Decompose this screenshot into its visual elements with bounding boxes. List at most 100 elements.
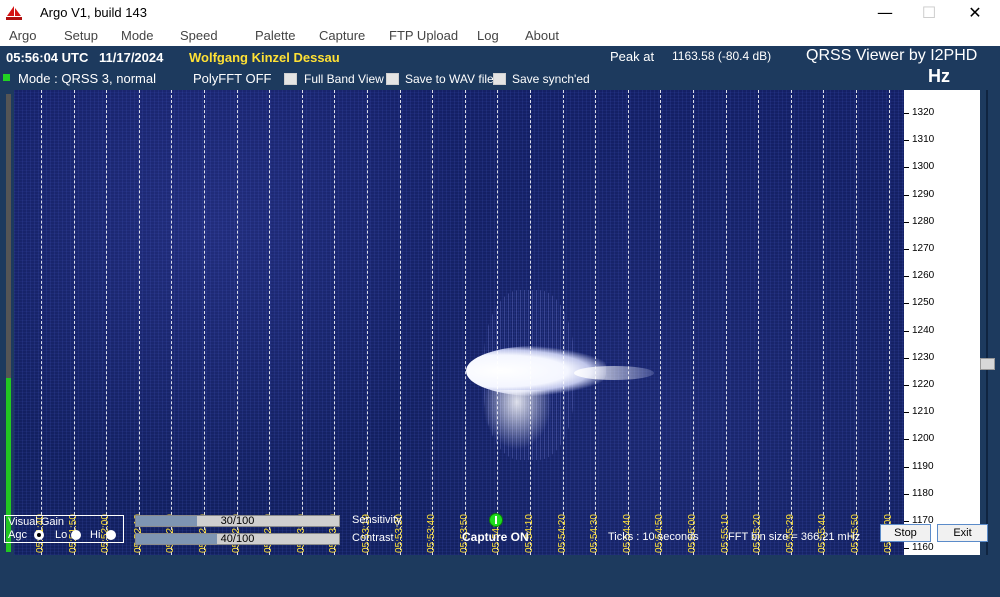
time-grid-line <box>791 90 792 555</box>
freq-tick <box>904 276 909 277</box>
freq-label: 1240 <box>912 325 935 336</box>
stop-button[interactable]: Stop <box>880 524 931 542</box>
menu-mode[interactable]: Mode <box>121 28 154 43</box>
close-button[interactable]: ✕ <box>952 0 998 26</box>
full-band-view-checkbox[interactable] <box>284 73 297 85</box>
time-grid-line <box>432 90 433 555</box>
time-grid-line <box>334 90 335 555</box>
freq-tick <box>904 167 909 168</box>
scroll-track <box>986 90 988 555</box>
scroll-thumb[interactable] <box>980 358 995 370</box>
freq-tick <box>904 113 909 114</box>
save-wav-label: Save to WAV file <box>405 72 494 86</box>
signal-spread <box>482 390 552 450</box>
freq-label: 1310 <box>912 134 935 145</box>
time-grid-line <box>302 90 303 555</box>
time-grid-line <box>204 90 205 555</box>
sensitivity-value: 30/100 <box>220 515 255 527</box>
capture-led-icon[interactable] <box>489 513 503 527</box>
signal-tail <box>574 366 654 380</box>
freq-label: 1270 <box>912 243 935 254</box>
lo-label: Lo <box>55 529 68 541</box>
save-synched-checkbox[interactable] <box>493 73 506 85</box>
freq-tick <box>904 140 909 141</box>
peak-value: 1163.58 (-80.4 dB) <box>672 49 772 63</box>
freq-label: 1160 <box>912 542 934 553</box>
time-grid-line <box>660 90 661 555</box>
time-grid-line <box>106 90 107 555</box>
sensitivity-label: Sensitivity <box>352 514 402 526</box>
freq-tick <box>904 331 909 332</box>
exit-button[interactable]: Exit <box>937 524 988 542</box>
time-grid-line <box>171 90 172 555</box>
freq-label: 1230 <box>912 352 935 363</box>
fft-bin-info: FFT bin size = 366.21 mHz <box>728 531 861 543</box>
contrast-slider[interactable]: 40/100 <box>135 533 340 545</box>
time-grid-line <box>856 90 857 555</box>
menu-about[interactable]: About <box>525 28 559 43</box>
freq-label: 1260 <box>912 270 935 281</box>
freq-tick <box>904 222 909 223</box>
minimize-button[interactable]: — <box>862 0 908 26</box>
time-grid-line <box>41 90 42 555</box>
frequency-scrollbar[interactable] <box>980 90 995 555</box>
time-grid-line <box>693 90 694 555</box>
freq-tick <box>904 195 909 196</box>
freq-tick <box>904 548 909 549</box>
menu-log[interactable]: Log <box>477 28 499 43</box>
freq-tick <box>904 494 909 495</box>
maximize-button[interactable]: ☐ <box>906 0 952 26</box>
utc-time: 05:56:04 UTC <box>6 50 89 65</box>
time-label: 05:54:20 <box>557 514 568 553</box>
time-grid-line <box>139 90 140 555</box>
freq-tick <box>904 385 909 386</box>
freq-label: 1220 <box>912 379 935 390</box>
freq-tick <box>904 249 909 250</box>
menu-ftp-upload[interactable]: FTP Upload <box>389 28 458 43</box>
menu-speed[interactable]: Speed <box>180 28 218 43</box>
menu-setup[interactable]: Setup <box>64 28 98 43</box>
menu-capture[interactable]: Capture <box>319 28 365 43</box>
menu-bar: Argo Setup Mode Speed Palette Capture FT… <box>0 26 1000 46</box>
freq-label: 1280 <box>912 216 935 227</box>
time-grid-line <box>530 90 531 555</box>
title-bar: Argo V1, build 143 — ☐ ✕ <box>0 0 1000 26</box>
contrast-label: Contrast <box>352 532 394 544</box>
full-band-view-label: Full Band View <box>304 72 384 86</box>
freq-tick <box>904 439 909 440</box>
time-grid-line <box>628 90 629 555</box>
freq-tick <box>904 467 909 468</box>
menu-palette[interactable]: Palette <box>255 28 295 43</box>
hi-radio[interactable] <box>106 530 116 540</box>
time-grid-line <box>269 90 270 555</box>
time-grid-line <box>595 90 596 555</box>
time-grid-line <box>823 90 824 555</box>
time-grid-line <box>726 90 727 555</box>
time-grid-line <box>465 90 466 555</box>
menu-argo[interactable]: Argo <box>9 28 36 43</box>
time-label: 05:53:40 <box>426 514 437 553</box>
hi-label: Hi <box>90 529 101 541</box>
agc-radio[interactable] <box>34 530 44 540</box>
freq-label: 1320 <box>912 107 935 118</box>
time-grid-line <box>889 90 890 555</box>
agc-label: Agc <box>8 529 27 541</box>
frequency-scale: 1320 1310 1300 1290 1280 1270 1260 1250 1240 1230… <box>904 90 980 555</box>
time-grid-line <box>400 90 401 555</box>
contrast-value: 40/100 <box>220 533 255 545</box>
freq-label: 1300 <box>912 161 935 172</box>
app-panel: 05:56:04 UTC 11/17/2024 Wolfgang Kinzel … <box>0 46 1000 597</box>
time-grid-line <box>563 90 564 555</box>
freq-label: 1180 <box>912 488 934 499</box>
lo-radio[interactable] <box>71 530 81 540</box>
sensitivity-slider[interactable]: 30/100 <box>135 515 340 527</box>
save-wav-checkbox[interactable] <box>386 73 399 85</box>
polyfft-toggle[interactable]: PolyFFT OFF <box>193 71 271 86</box>
freq-tick <box>904 412 909 413</box>
sailboat-icon <box>6 6 22 20</box>
visual-gain-group: Visual Gain Agc Lo Hi <box>4 515 124 543</box>
waterfall-display[interactable]: 05:51:4005:51:5005:52:0005:52:1005:52:20… <box>14 90 904 555</box>
freq-tick <box>904 303 909 304</box>
time-grid-line <box>367 90 368 555</box>
freq-tick <box>904 521 909 522</box>
